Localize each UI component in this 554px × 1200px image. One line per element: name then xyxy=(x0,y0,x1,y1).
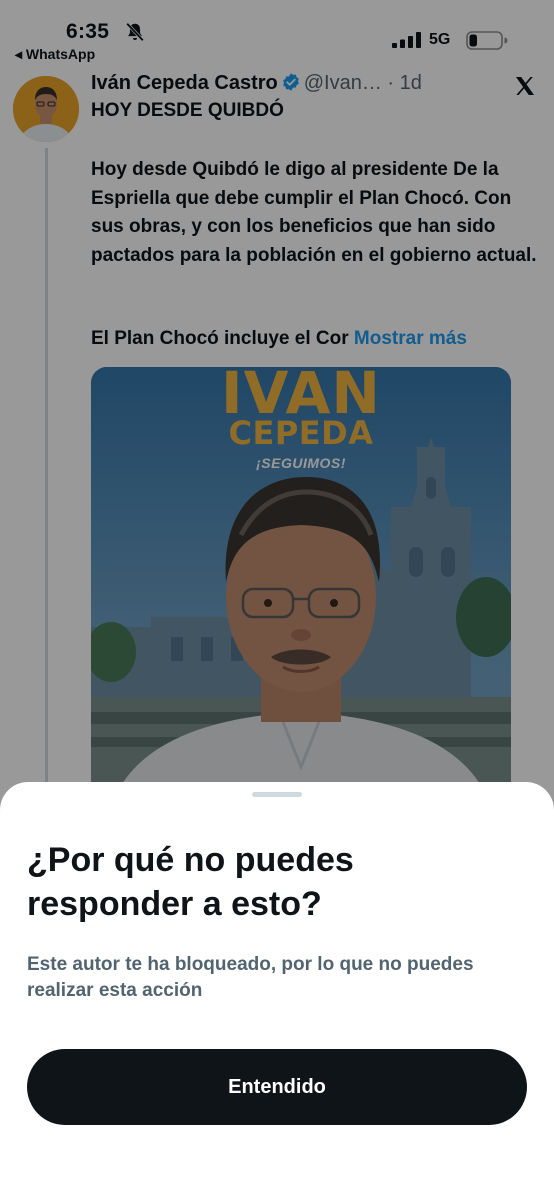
bottom-sheet: ¿Por qué no puedes responder a esto? Est… xyxy=(0,782,554,1200)
sheet-title: ¿Por qué no puedes responder a esto? xyxy=(27,841,354,923)
screen: 6:35 ◂ WhatsApp 5G Iván Cepeda Castro @I… xyxy=(0,0,554,1200)
understood-button[interactable]: Entendido xyxy=(27,1049,527,1125)
sheet-grabber-handle[interactable] xyxy=(252,792,302,797)
sheet-description: Este autor te ha bloqueado, por lo que n… xyxy=(27,954,474,1001)
